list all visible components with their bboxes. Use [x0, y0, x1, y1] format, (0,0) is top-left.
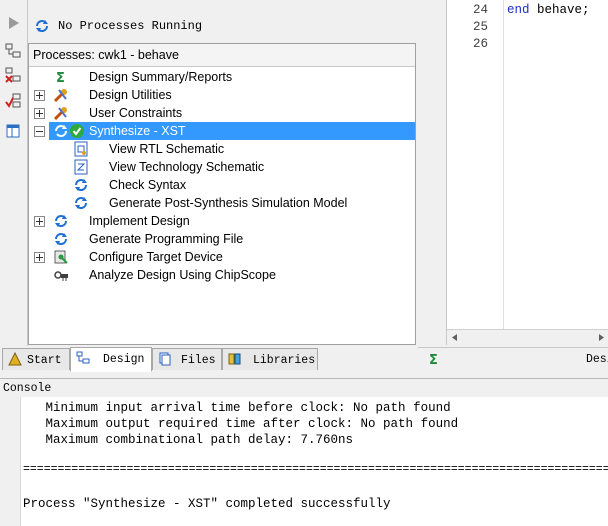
processes-title: Processes: cwk1 - behave — [33, 48, 179, 62]
tab-design[interactable]: Design — [70, 347, 152, 372]
process-item-view-technology-schematic[interactable]: View Technology Schematic — [29, 158, 415, 176]
device-icon — [54, 250, 68, 264]
processes-header: Processes: cwk1 - behave — [29, 44, 415, 67]
console-separator: ========================================… — [23, 463, 608, 476]
process-label: Design Utilities — [89, 88, 172, 102]
process-item-generate-post-synthesis-model[interactable]: Generate Post-Synthesis Simulation Model — [29, 194, 415, 212]
console-titlebar: Console — [0, 378, 608, 398]
chipscope-icon — [54, 271, 68, 281]
schematic-icon — [74, 159, 88, 175]
console-gutter — [0, 397, 21, 526]
files-icon — [159, 352, 171, 366]
code-keyword: end — [507, 3, 530, 17]
refresh-icon — [55, 125, 67, 137]
tab-label: Start — [27, 354, 62, 367]
console-line: Minimum input arrival time before clock:… — [23, 401, 451, 415]
console-line: Process "Synthesize - XST" completed suc… — [23, 497, 391, 511]
process-item-implement-design[interactable]: Implement Design — [29, 212, 415, 230]
tab-files[interactable]: Files — [152, 348, 222, 370]
run-icon[interactable] — [4, 14, 22, 32]
scroll-left-icon[interactable] — [450, 333, 459, 342]
tools-icon — [53, 89, 67, 103]
process-label: Generate Post-Synthesis Simulation Model — [109, 196, 348, 210]
console-line: Maximum combinational path delay: 7.760n… — [23, 433, 354, 447]
expand-icon[interactable] — [34, 108, 45, 119]
tab-label: Desi — [586, 353, 608, 366]
sigma-icon: Σ — [56, 71, 65, 85]
expand-icon[interactable] — [34, 90, 45, 101]
code-text: behave; — [529, 3, 590, 17]
process-label: View RTL Schematic — [109, 142, 225, 156]
processes-panel: Processes: cwk1 - behave Σ Design Summar… — [28, 43, 416, 345]
hierarchy-icon[interactable] — [4, 42, 22, 60]
process-toolbar — [0, 0, 28, 346]
process-label: Implement Design — [89, 214, 190, 228]
expand-icon[interactable] — [34, 216, 45, 227]
schematic-icon — [74, 141, 88, 157]
tab-label: Files — [181, 354, 216, 367]
console-title: Console — [3, 382, 52, 395]
svg-text:Σ: Σ — [56, 71, 65, 85]
process-label: Synthesize - XST — [89, 124, 186, 138]
navigator-tabs: Start Design Files Libraries — [0, 347, 318, 372]
refresh-icon — [36, 20, 48, 32]
console-line: Maximum output required time after clock… — [23, 417, 459, 431]
status-text: No Processes Running — [58, 19, 203, 33]
process-item-check-syntax[interactable]: Check Syntax — [29, 176, 415, 194]
process-item-user-constraints[interactable]: User Constraints — [29, 104, 415, 122]
process-label: Configure Target Device — [89, 250, 223, 264]
tab-label: Libraries — [253, 354, 316, 367]
process-item-design-summary[interactable]: Σ Design Summary/Reports — [29, 68, 415, 86]
process-label: View Technology Schematic — [109, 160, 265, 174]
design-summary-tab[interactable]: Σ Desi — [418, 347, 608, 372]
process-item-configure-target-device[interactable]: Configure Target Device — [29, 248, 415, 266]
scroll-right-icon[interactable] — [597, 333, 606, 342]
delete-hierarchy-icon[interactable] — [4, 66, 22, 84]
code-editor[interactable]: 24 end behave; 25 26 — [446, 0, 608, 345]
start-icon — [8, 352, 22, 366]
process-label: Check Syntax — [109, 178, 187, 192]
process-status: No Processes Running — [28, 14, 416, 38]
collapse-icon[interactable] — [34, 126, 45, 137]
process-label: Design Summary/Reports — [89, 70, 233, 84]
tab-start[interactable]: Start — [2, 348, 70, 370]
process-item-analyze-chipscope[interactable]: Analyze Design Using ChipScope — [29, 266, 415, 284]
svg-text:Σ: Σ — [429, 353, 438, 366]
panel-splitter[interactable] — [416, 0, 446, 345]
tab-libraries[interactable]: Libraries — [222, 348, 318, 370]
refresh-icon — [55, 215, 67, 227]
process-item-view-rtl-schematic[interactable]: View RTL Schematic — [29, 140, 415, 158]
check-hierarchy-icon[interactable] — [4, 92, 22, 110]
console-output[interactable]: Minimum input arrival time before clock:… — [0, 397, 608, 526]
process-item-synthesize-xst[interactable]: Synthesize - XST — [34, 122, 415, 140]
line-number: 26 — [473, 37, 489, 51]
expand-icon[interactable] — [34, 252, 45, 263]
process-item-design-utilities[interactable]: Design Utilities — [29, 86, 415, 104]
line-number: 24 — [473, 3, 489, 17]
refresh-icon — [55, 233, 67, 245]
success-check-icon — [70, 124, 84, 138]
line-number: 25 — [473, 20, 489, 34]
design-icon — [76, 351, 90, 364]
panel-layout-icon[interactable] — [4, 122, 22, 140]
sigma-icon: Σ — [429, 353, 438, 366]
tools-icon — [53, 107, 67, 121]
refresh-icon — [75, 197, 87, 209]
libraries-icon — [228, 353, 241, 365]
process-item-generate-programming-file[interactable]: Generate Programming File — [29, 230, 415, 248]
process-label: User Constraints — [89, 106, 183, 120]
tab-label: Design — [103, 353, 145, 366]
horizontal-scrollbar[interactable] — [447, 329, 608, 345]
code-line: end behave; — [507, 3, 590, 17]
process-label: Generate Programming File — [89, 232, 244, 246]
process-label: Analyze Design Using ChipScope — [89, 268, 276, 282]
refresh-icon — [75, 179, 87, 191]
